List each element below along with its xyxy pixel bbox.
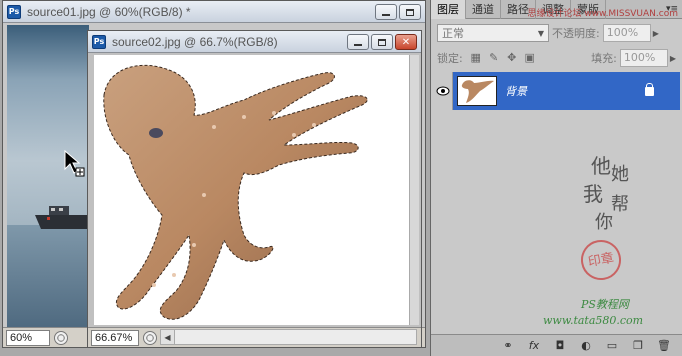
- layers-panel: 图层 通道 路径 调整 蒙版 ▾≡ 思缘设计论坛 www.MISSVUAN.co…: [430, 0, 682, 356]
- status-info-icon[interactable]: [143, 330, 157, 345]
- folder-icon[interactable]: ▭: [604, 339, 620, 352]
- lock-pixels-icon[interactable]: ✎: [488, 52, 500, 64]
- window2-zoom-field[interactable]: 66.67%: [91, 329, 139, 346]
- layers-list-empty-area: [433, 112, 680, 324]
- callig-char-1: 他: [591, 154, 611, 178]
- minimize-icon: [354, 43, 362, 46]
- window2-close-button[interactable]: ✕: [395, 34, 417, 50]
- link-icon[interactable]: ⚭: [500, 339, 516, 352]
- tab-layers[interactable]: 图层: [431, 0, 466, 19]
- minimize-icon: [382, 13, 390, 16]
- panel-footer: ⚭ fx ◘ ◐ ▭ ❐ 🗑: [431, 334, 682, 356]
- window2-statusbar: 66.67% ◀: [88, 327, 421, 347]
- watermark-top: 思缘设计论坛 www.MISSVUAN.com: [527, 9, 678, 19]
- octopus-image: [103, 64, 368, 320]
- lock-icon: [645, 82, 654, 96]
- window2-titlebar[interactable]: Ps source02.jpg @ 66.7%(RGB/8) ✕: [88, 31, 421, 53]
- window2-title: source02.jpg @ 66.7%(RGB/8): [112, 34, 278, 49]
- maximize-icon: [378, 38, 386, 46]
- callig-char-5: 你: [595, 212, 613, 233]
- chevron-down-icon: ▼: [537, 28, 544, 38]
- layer-row-background[interactable]: 背景: [433, 72, 680, 110]
- maximize-icon: [406, 8, 414, 16]
- layer-thumbnail: [457, 76, 497, 106]
- scroll-left-icon[interactable]: ◀: [161, 330, 175, 344]
- boat-image: [35, 206, 91, 229]
- site-name-watermark: PS教程网: [581, 298, 629, 311]
- photoshop-icon: Ps: [7, 4, 21, 19]
- fill-label: 填充:: [591, 52, 617, 65]
- opacity-field[interactable]: 100%: [602, 24, 651, 42]
- window1-titlebar[interactable]: Ps source01.jpg @ 60%(RGB/8) *: [3, 1, 425, 23]
- tab-channels[interactable]: 通道: [466, 0, 501, 19]
- lock-transparent-icon[interactable]: ▦: [470, 52, 482, 64]
- status-info-icon[interactable]: [54, 330, 68, 345]
- lock-row: 锁定: ▦ ✎ ✥ ▣ 填充: 100% ▶: [431, 46, 682, 70]
- window1-title: source01.jpg @ 60%(RGB/8) *: [27, 4, 191, 19]
- callig-char-4: 帮: [611, 194, 629, 215]
- sea-image: [7, 225, 89, 327]
- lock-label: 锁定:: [437, 52, 463, 65]
- lock-position-icon[interactable]: ✥: [506, 52, 518, 64]
- photoshop-icon: Ps: [92, 34, 106, 49]
- move-cursor-icon: [64, 149, 85, 177]
- blend-mode-value: 正常: [442, 27, 464, 40]
- window2-maximize-button[interactable]: [371, 34, 393, 50]
- mask-icon[interactable]: ◘: [552, 339, 568, 352]
- chevron-right-icon[interactable]: ▶: [670, 54, 676, 63]
- document-window-source02[interactable]: Ps source02.jpg @ 66.7%(RGB/8) ✕ 66.67% …: [87, 30, 422, 348]
- new-layer-icon[interactable]: ❐: [630, 339, 646, 352]
- fx-icon[interactable]: fx: [526, 339, 542, 352]
- callig-char-3: 她: [611, 164, 629, 185]
- window2-canvas[interactable]: [94, 55, 409, 325]
- eye-icon[interactable]: [433, 72, 453, 110]
- opacity-label: 不透明度:: [552, 27, 600, 40]
- callig-char-2: 我: [583, 182, 603, 206]
- window1-minimize-button[interactable]: [375, 4, 397, 20]
- window1-maximize-button[interactable]: [399, 4, 421, 20]
- blend-row: 正常 ▼ 不透明度: 100% ▶: [431, 21, 682, 45]
- trash-icon[interactable]: 🗑: [656, 339, 672, 352]
- chevron-right-icon[interactable]: ▶: [653, 29, 659, 38]
- window2-horizontal-scrollbar[interactable]: ◀: [160, 329, 417, 345]
- fill-field[interactable]: 100%: [619, 49, 668, 67]
- window2-minimize-button[interactable]: [347, 34, 369, 50]
- lock-all-icon[interactable]: ▣: [524, 52, 536, 64]
- layer-name[interactable]: 背景: [505, 83, 527, 99]
- window1-canvas[interactable]: [7, 25, 91, 327]
- window1-zoom-field[interactable]: 60%: [6, 329, 50, 346]
- blend-mode-select[interactable]: 正常 ▼: [437, 24, 549, 42]
- site-url-watermark: www.tata580.com: [543, 314, 644, 327]
- adjustment-icon[interactable]: ◐: [578, 339, 594, 352]
- window2-vertical-scrollbar[interactable]: [409, 55, 419, 325]
